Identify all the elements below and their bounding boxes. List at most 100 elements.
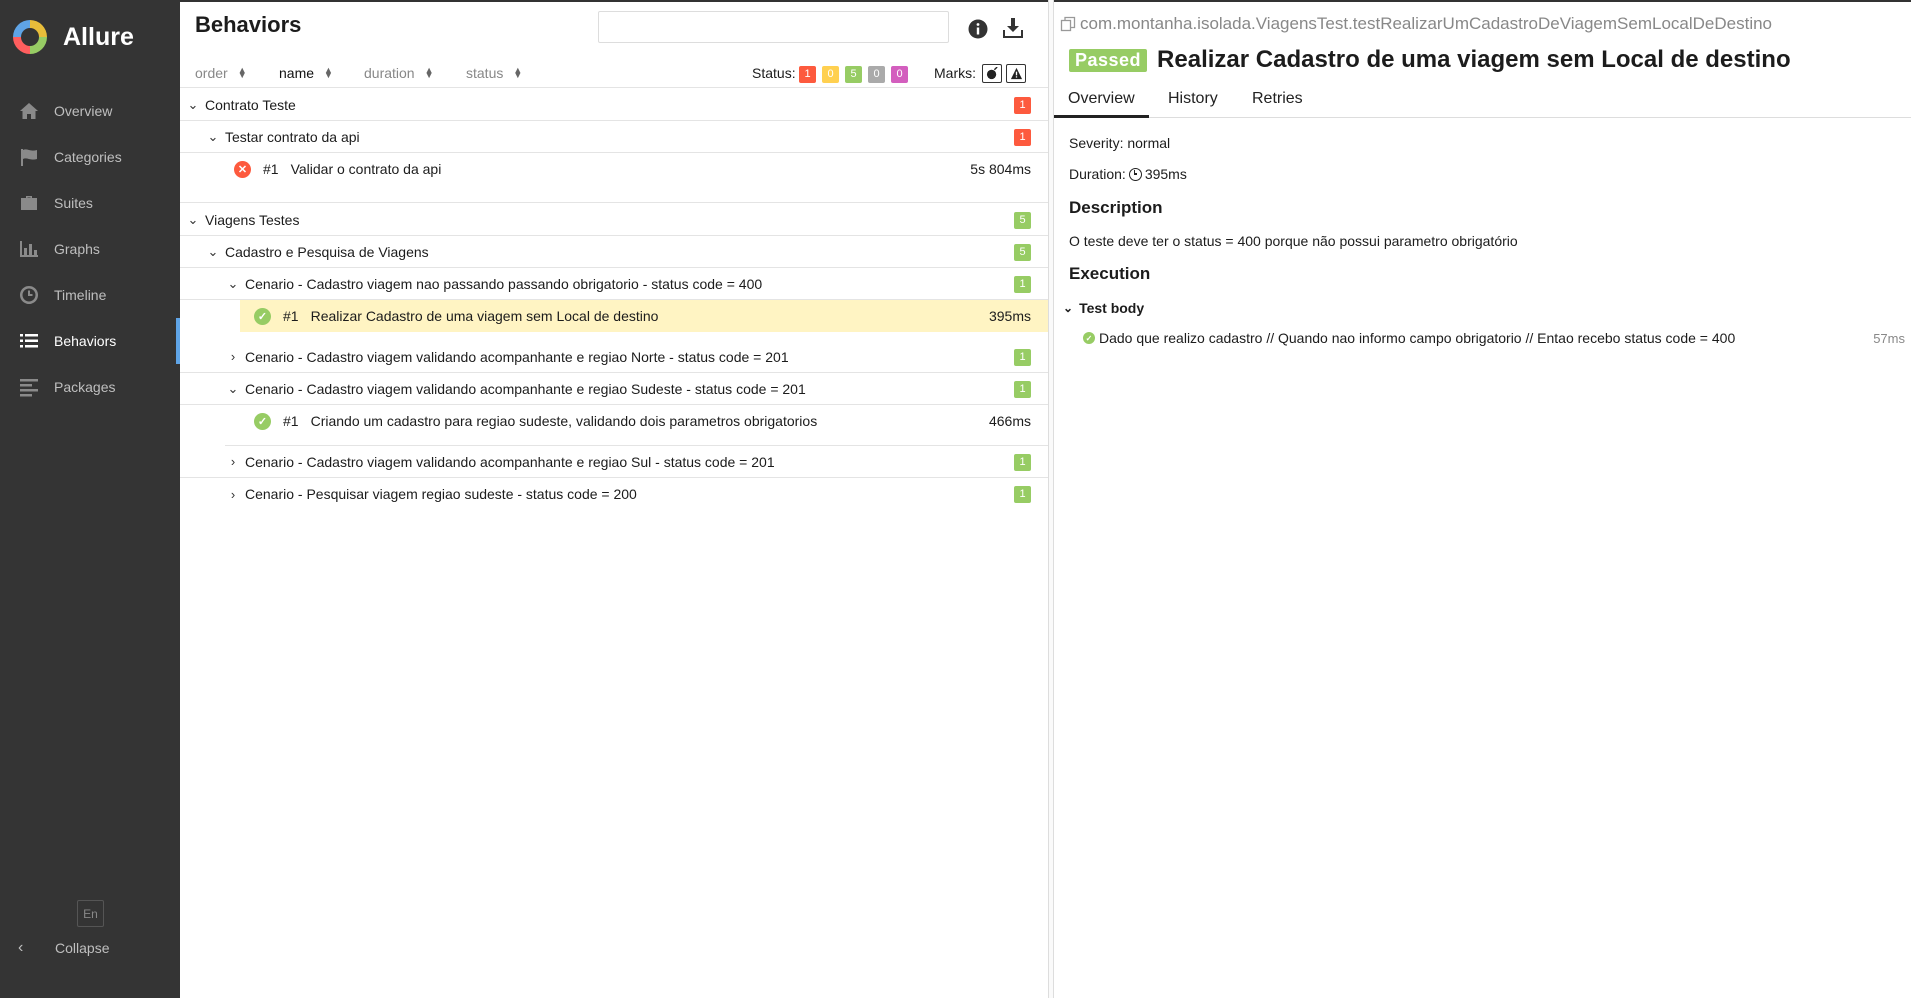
tab-history[interactable]: History bbox=[1154, 84, 1232, 118]
tab-overview[interactable]: Overview bbox=[1054, 84, 1149, 118]
sidebar-item-label: Packages bbox=[54, 379, 116, 395]
group-label: Contrato Teste bbox=[205, 96, 296, 113]
page-title: Behaviors bbox=[195, 12, 302, 37]
brand-name: Allure bbox=[63, 22, 134, 51]
tree-test-row[interactable]: ✕ #1 Validar o contrato da api 5s 804ms bbox=[180, 153, 1048, 185]
bomb-icon bbox=[986, 67, 998, 80]
sidebar-nav: Overview Categories Suites Graphs Timeli… bbox=[0, 88, 180, 410]
chevron-down-icon: ⌄ bbox=[187, 211, 199, 227]
group-label: Viagens Testes bbox=[205, 211, 300, 228]
count-badge: 1 bbox=[1014, 276, 1031, 293]
tree-group-row[interactable]: ⌄ Cenario - Cadastro viagem validando ac… bbox=[180, 373, 1048, 405]
duration-label: Duration: bbox=[1069, 166, 1126, 182]
sidebar-item-timeline[interactable]: Timeline bbox=[0, 272, 180, 318]
sort-name[interactable]: name ▲ ▼ bbox=[279, 65, 333, 81]
status-filter: 1 0 5 0 0 bbox=[799, 66, 908, 83]
status-badge: Passed bbox=[1069, 48, 1148, 72]
passed-status-icon: ✓ bbox=[254, 412, 271, 430]
description-heading: Description bbox=[1069, 198, 1163, 217]
test-full-name[interactable]: com.montanha.isolada.ViagensTest.testRea… bbox=[1060, 14, 1772, 34]
group-label: Testar contrato da api bbox=[225, 128, 360, 145]
sort-arrows-icon: ▲ ▼ bbox=[237, 65, 247, 80]
count-badge: 5 bbox=[1014, 212, 1031, 229]
tree-test-row-selected[interactable]: ✓ #1 Realizar Cadastro de uma viagem sem… bbox=[240, 300, 1048, 332]
passed-status-icon: ✓ bbox=[254, 307, 271, 325]
test-label: Realizar Cadastro de uma viagem sem Loca… bbox=[310, 308, 659, 324]
step-duration: 57ms bbox=[1873, 331, 1905, 346]
flaky-mark-toggle[interactable] bbox=[982, 64, 1002, 83]
count-badge: 1 bbox=[1014, 454, 1031, 471]
status-filter-passed[interactable]: 5 bbox=[845, 66, 862, 83]
test-body-toggle[interactable]: ⌄ Test body bbox=[1063, 300, 1144, 316]
sidebar-item-categories[interactable]: Categories bbox=[0, 134, 180, 180]
copy-icon[interactable] bbox=[1060, 16, 1076, 32]
chevron-down-icon: ⌄ bbox=[187, 96, 199, 112]
sort-label: status bbox=[466, 65, 504, 81]
tree-group-row[interactable]: › Cenario - Cadastro viagem validando ac… bbox=[180, 446, 1048, 478]
tree-group-row[interactable]: ⌄ Cenario - Cadastro viagem nao passando… bbox=[180, 268, 1048, 300]
download-icon[interactable] bbox=[1002, 17, 1024, 39]
sort-arrows-icon: ▲ ▼ bbox=[324, 65, 333, 80]
tree-group-row[interactable]: › Cenario - Cadastro viagem validando ac… bbox=[180, 341, 1048, 373]
chevron-right-icon: › bbox=[230, 454, 236, 469]
sidebar-item-label: Categories bbox=[54, 149, 122, 165]
sidebar-item-packages[interactable]: Packages bbox=[0, 364, 180, 410]
tree-test-row[interactable]: ✓ #1 Criando um cadastro para regiao sud… bbox=[180, 405, 1048, 437]
sidebar-item-graphs[interactable]: Graphs bbox=[0, 226, 180, 272]
test-number: #1 bbox=[263, 161, 279, 177]
full-name-text: com.montanha.isolada.ViagensTest.testRea… bbox=[1080, 14, 1773, 33]
status-filter-failed[interactable]: 1 bbox=[799, 66, 816, 83]
tree-group-row[interactable]: › Cenario - Pesquisar viagem regiao sude… bbox=[180, 478, 1048, 510]
test-label: Criando um cadastro para regiao sudeste,… bbox=[310, 413, 818, 429]
group-label: Cenario - Cadastro viagem validando acom… bbox=[245, 348, 789, 365]
chevron-right-icon: › bbox=[230, 486, 236, 502]
sidebar-item-suites[interactable]: Suites bbox=[0, 180, 180, 226]
test-body-label: Test body bbox=[1079, 300, 1145, 316]
sort-duration[interactable]: duration ▲ ▼ bbox=[364, 65, 434, 81]
step-row[interactable]: ✓ Dado que realizo cadastro // Quando na… bbox=[1083, 330, 1735, 346]
sidebar: Allure Overview Categories Suites Graphs… bbox=[0, 0, 180, 998]
new-failed-mark-toggle[interactable] bbox=[1006, 64, 1026, 83]
description-text: O teste deve ter o status = 400 porque n… bbox=[1069, 233, 1518, 249]
allure-logo-icon bbox=[13, 20, 47, 54]
tree-group-row[interactable]: ⌄ Cadastro e Pesquisa de Viagens 5 bbox=[180, 236, 1048, 268]
status-filter-skipped[interactable]: 0 bbox=[868, 66, 885, 83]
duration-row: Duration: 395ms bbox=[1069, 166, 1187, 182]
status-filter-broken[interactable]: 0 bbox=[822, 66, 839, 83]
info-icon[interactable] bbox=[968, 19, 988, 39]
tree-group-row[interactable]: ⌄ Viagens Testes 5 bbox=[180, 204, 1048, 236]
sort-bar: order ▲ ▼ name ▲ ▼ duration ▲ ▼ status ▲ ▼ Statu… bbox=[180, 60, 1048, 88]
passed-status-icon: ✓ bbox=[1083, 332, 1095, 344]
test-label: Validar o contrato da api bbox=[290, 161, 442, 177]
search-input[interactable] bbox=[598, 11, 949, 43]
align-left-icon bbox=[18, 376, 40, 398]
collapse-button[interactable]: ‹ Collapse bbox=[18, 939, 109, 957]
sidebar-item-overview[interactable]: Overview bbox=[0, 88, 180, 134]
sort-arrows-icon: ▲ ▼ bbox=[513, 65, 523, 80]
test-duration: 5s 804ms bbox=[970, 161, 1031, 177]
collapse-label: Collapse bbox=[55, 940, 110, 956]
language-select[interactable]: En bbox=[77, 900, 104, 927]
sidebar-item-label: Overview bbox=[54, 103, 113, 119]
brand[interactable]: Allure bbox=[13, 19, 134, 55]
list-icon bbox=[18, 330, 40, 352]
sort-order[interactable]: order ▲ ▼ bbox=[195, 65, 247, 81]
sort-status[interactable]: status ▲ ▼ bbox=[466, 65, 522, 81]
group-divider bbox=[180, 202, 1048, 203]
tree-group-row[interactable]: ⌄ Testar contrato da api 1 bbox=[180, 121, 1048, 153]
sidebar-item-label: Graphs bbox=[54, 241, 100, 257]
status-filter-unknown[interactable]: 0 bbox=[891, 66, 908, 83]
count-badge: 5 bbox=[1014, 244, 1031, 261]
sidebar-item-label: Suites bbox=[54, 195, 93, 211]
tree-group-row[interactable]: ⌄ Contrato Teste 1 bbox=[180, 89, 1048, 121]
chevron-down-icon: ⌄ bbox=[227, 380, 239, 396]
sidebar-item-behaviors[interactable]: Behaviors bbox=[0, 318, 180, 364]
sidebar-item-label: Behaviors bbox=[54, 333, 117, 349]
status-filter-label: Status: bbox=[752, 65, 796, 81]
flag-icon bbox=[18, 146, 40, 168]
test-number: #1 bbox=[283, 413, 299, 429]
tree-pane: Behaviors order ▲ ▼ name ▲ ▼ duration ▲ ▼ stat… bbox=[180, 0, 1048, 998]
chevron-right-icon: › bbox=[230, 349, 236, 364]
count-badge: 1 bbox=[1014, 486, 1031, 503]
tab-retries[interactable]: Retries bbox=[1238, 84, 1317, 118]
